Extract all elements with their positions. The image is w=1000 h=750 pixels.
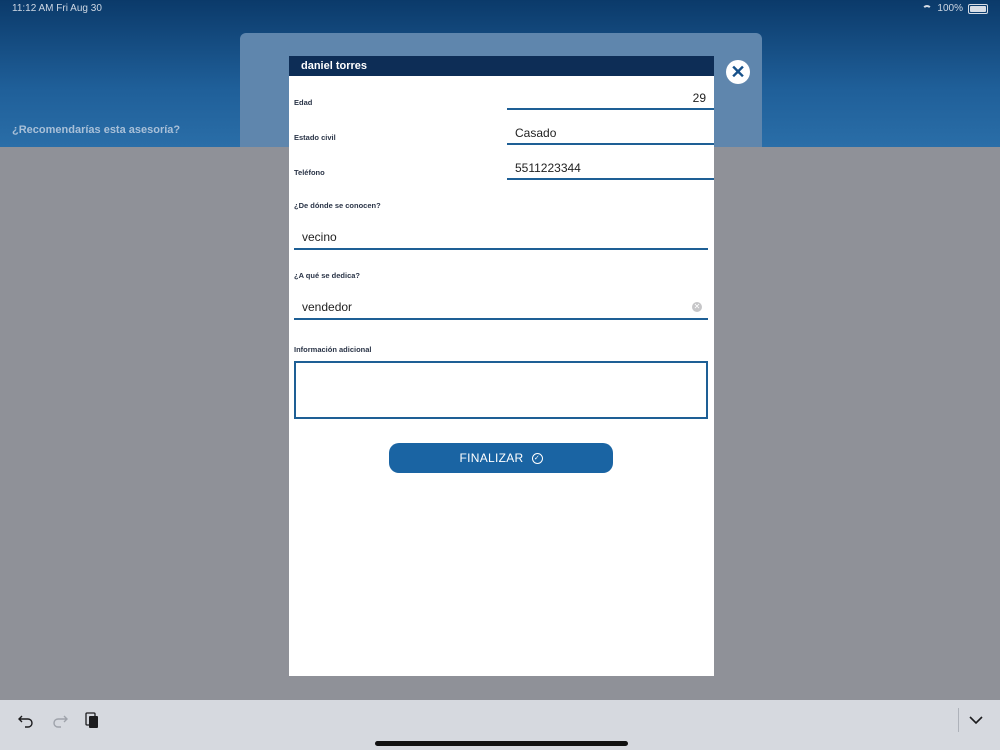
battery-percent: 100% <box>937 3 963 14</box>
telefono-label: Teléfono <box>294 168 325 177</box>
finish-button[interactable]: FINALIZAR ✓ <box>389 443 613 473</box>
status-clock: 11:12 AM <box>12 3 54 14</box>
toolbar-divider <box>958 708 959 732</box>
row-donde: ¿De dónde se conocen? vecino <box>289 181 714 251</box>
edad-field[interactable]: 29 <box>507 86 714 110</box>
dedica-field[interactable]: vendedor ✕ <box>294 295 708 320</box>
row-dedica: ¿A qué se dedica? vendedor ✕ <box>289 251 714 321</box>
info-label: Información adicional <box>294 345 372 354</box>
contact-modal: daniel torres Edad 29 Estado civil Casad… <box>289 56 714 676</box>
undo-icon[interactable] <box>17 711 35 729</box>
close-icon[interactable]: ✕ <box>726 60 750 84</box>
info-textarea[interactable] <box>294 361 708 419</box>
status-time: 11:12 AM Fri Aug 30 <box>12 3 102 14</box>
wifi-icon <box>922 4 933 13</box>
paste-icon[interactable] <box>83 711 101 729</box>
status-date: Fri Aug 30 <box>56 3 102 14</box>
dedica-value: vendedor <box>302 300 353 314</box>
app-screen: ¿Recomendarías esta asesoría? 11:12 AM F… <box>0 0 1000 750</box>
redo-icon[interactable] <box>51 711 69 729</box>
row-telefono: Teléfono 5511223344 <box>289 146 714 181</box>
donde-field[interactable]: vecino <box>294 225 708 250</box>
telefono-field[interactable]: 5511223344 <box>507 156 714 180</box>
status-bar: 11:12 AM Fri Aug 30 100% <box>0 0 1000 18</box>
finish-label: FINALIZAR <box>459 451 524 465</box>
dedica-label: ¿A qué se dedica? <box>294 271 360 280</box>
row-edad: Edad 29 <box>289 76 714 111</box>
estado-civil-field[interactable]: Casado <box>507 121 714 145</box>
modal-title: daniel torres <box>289 56 714 76</box>
estado-civil-label: Estado civil <box>294 133 336 142</box>
background-question: ¿Recomendarías esta asesoría? <box>12 124 181 136</box>
edad-label: Edad <box>294 98 313 107</box>
status-right: 100% <box>922 3 988 14</box>
battery-icon <box>968 3 988 14</box>
home-indicator <box>375 741 628 746</box>
donde-label: ¿De dónde se conocen? <box>294 201 381 210</box>
clear-icon[interactable]: ✕ <box>692 302 702 312</box>
chevron-down-icon[interactable] <box>967 711 985 729</box>
row-estado-civil: Estado civil Casado <box>289 111 714 146</box>
check-circle-icon: ✓ <box>531 452 543 464</box>
